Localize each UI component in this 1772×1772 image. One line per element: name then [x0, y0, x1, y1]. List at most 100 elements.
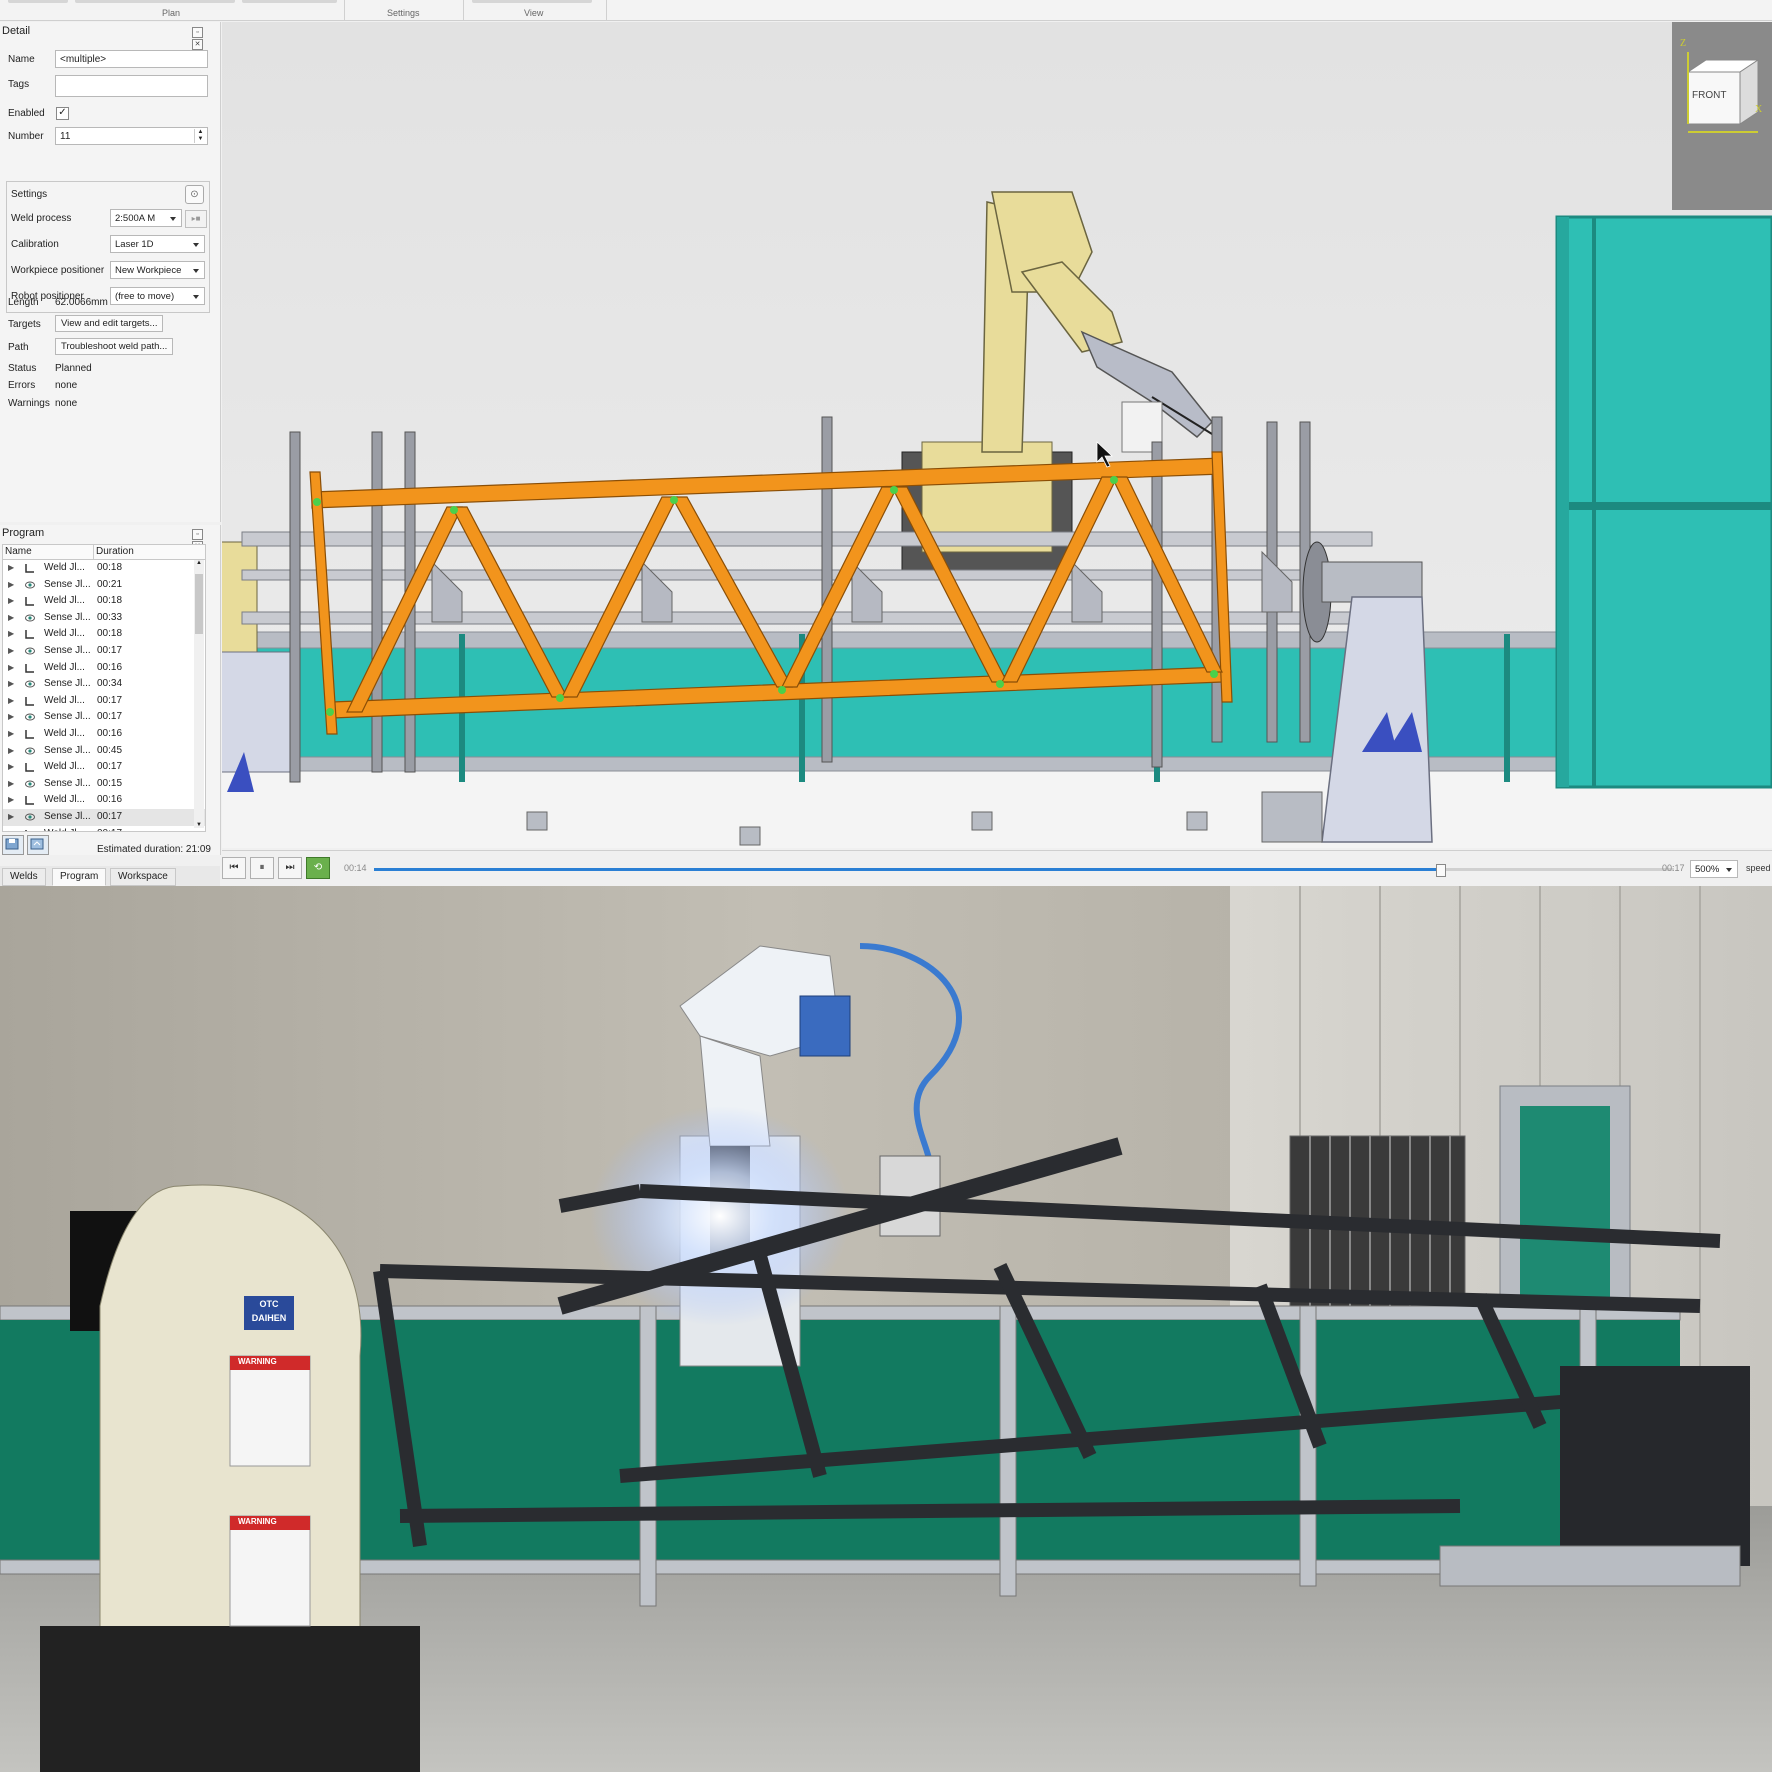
- expand-arrow-icon[interactable]: ▶: [8, 759, 14, 776]
- weld-process-select[interactable]: 2:500A M: [110, 209, 182, 227]
- expand-arrow-icon[interactable]: ▶: [8, 560, 14, 577]
- expand-arrow-icon[interactable]: ▶: [8, 792, 14, 809]
- tab-welds[interactable]: Welds: [2, 868, 46, 886]
- program-step-duration: 00:17: [97, 810, 123, 822]
- program-tree-row[interactable]: ▶ Weld Jl... 00:17: [3, 759, 205, 776]
- positioner-base: [1439, 1545, 1741, 1587]
- stepper-arrows-icon[interactable]: ▲ ▼: [194, 129, 206, 143]
- program-tree-row[interactable]: ▶ Weld Jl... 00:18: [3, 626, 205, 643]
- workpiece-positioner-select[interactable]: New Workpiece: [110, 261, 205, 279]
- zoom-select[interactable]: 500%: [1690, 860, 1738, 878]
- timeline-track[interactable]: [374, 864, 1674, 877]
- program-tree-row[interactable]: ▶ Sense Jl... 00:33: [3, 610, 205, 627]
- play-stop-icon[interactable]: ▸■: [185, 210, 207, 228]
- detail-panel-title: Detail: [2, 25, 31, 37]
- pause-button[interactable]: ⏸: [250, 857, 274, 879]
- scroll-down-icon[interactable]: ▼: [196, 822, 202, 828]
- ribbon-button-stub[interactable]: [242, 0, 337, 3]
- program-scrollbar[interactable]: ▲ ▼: [194, 560, 204, 828]
- troubleshoot-weld-path-button[interactable]: Troubleshoot weld path...: [55, 338, 174, 355]
- robot-positioner-select[interactable]: (free to move): [110, 287, 205, 305]
- loop-button[interactable]: ⟲: [306, 857, 330, 879]
- program-tree-row[interactable]: ▶ Sense Jl... 00:21: [3, 577, 205, 594]
- enabled-checkbox[interactable]: ✓: [56, 107, 69, 120]
- program-step-duration: 00:17: [97, 761, 123, 773]
- program-step-name: Weld Jl...: [44, 562, 85, 573]
- float-panel-icon[interactable]: ▫: [192, 529, 203, 540]
- expand-arrow-icon[interactable]: ▶: [8, 577, 14, 594]
- expand-arrow-icon[interactable]: ▶: [8, 743, 14, 760]
- skip-forward-button[interactable]: ⏭: [278, 857, 302, 879]
- ribbon-button-stub[interactable]: [75, 0, 235, 3]
- program-tree-row[interactable]: ▶ Weld Jl... 00:16: [3, 660, 205, 677]
- ribbon-button-stub[interactable]: [472, 0, 592, 3]
- calibration-select[interactable]: Laser 1D: [110, 235, 205, 253]
- expand-arrow-icon[interactable]: ▶: [8, 593, 14, 610]
- tags-field[interactable]: [55, 75, 208, 97]
- weld-icon: [25, 762, 35, 772]
- expand-arrow-icon[interactable]: ▶: [8, 776, 14, 793]
- program-tree-row[interactable]: ▶ Weld Jl... 00:18: [3, 593, 205, 610]
- right-positioner: [1560, 1366, 1750, 1566]
- weld-icon: [25, 729, 35, 739]
- program-tree-row[interactable]: ▶ Sense Jl... 00:17: [3, 709, 205, 726]
- timeline-scrubber[interactable]: [1436, 864, 1446, 877]
- program-tree-row[interactable]: ▶ Sense Jl... 00:17: [3, 643, 205, 660]
- column-header-duration[interactable]: Duration: [96, 546, 134, 557]
- program-tree-row[interactable]: ▶ Sense Jl... 00:34: [3, 676, 205, 693]
- program-step-name: Weld Jl...: [44, 794, 85, 806]
- time-current: 00:14: [344, 863, 367, 873]
- timeline-progress: [374, 868, 1440, 871]
- expand-arrow-icon[interactable]: ▶: [8, 626, 14, 643]
- program-tree-row[interactable]: ▶ Sense Jl... 00:15: [3, 776, 205, 793]
- float-panel-icon[interactable]: ▫: [192, 27, 203, 38]
- workpiece-positioner-label: Workpiece positioner: [11, 265, 105, 276]
- estimated-duration: Estimated duration: 21:09: [97, 844, 211, 855]
- view-edit-targets-button[interactable]: View and edit targets...: [55, 315, 164, 332]
- settings-options-icon[interactable]: ⊙: [185, 185, 204, 204]
- ribbon-button-stub[interactable]: [8, 0, 68, 3]
- expand-arrow-icon[interactable]: ▶: [8, 709, 14, 726]
- column-divider[interactable]: [93, 545, 94, 559]
- program-step-duration: 00:18: [97, 595, 123, 607]
- robot-brand-label: OTC DAIHEN: [251, 1299, 287, 1323]
- program-step-name: Sense Jl...: [44, 611, 91, 623]
- program-tool-button[interactable]: [2, 835, 24, 855]
- column-header-name[interactable]: Name: [5, 546, 32, 557]
- status-label: Status: [8, 363, 37, 374]
- program-tree-row[interactable]: ▶ Weld Jl... 00:16: [3, 792, 205, 809]
- program-tree-row[interactable]: ▶ Weld Jl... 00:17: [3, 693, 205, 710]
- tab-workspace[interactable]: Workspace: [110, 868, 176, 886]
- 3d-viewport[interactable]: Z X FRONT: [222, 22, 1772, 848]
- expand-arrow-icon[interactable]: ▶: [8, 726, 14, 743]
- weld-icon: [25, 563, 35, 573]
- expand-arrow-icon[interactable]: ▶: [8, 660, 14, 677]
- name-field[interactable]: <multiple>: [55, 50, 208, 68]
- close-panel-icon[interactable]: ✕: [192, 39, 203, 50]
- program-tree-row[interactable]: ▶ Weld Jl... 00:18: [3, 560, 205, 577]
- program-step-name: Weld Jl...: [44, 694, 85, 706]
- program-step-duration: 00:17: [97, 694, 123, 706]
- expand-arrow-icon[interactable]: ▶: [8, 693, 14, 710]
- scroll-up-icon[interactable]: ▲: [196, 560, 202, 566]
- program-tool-button[interactable]: [27, 835, 49, 855]
- expand-arrow-icon[interactable]: ▶: [8, 826, 14, 832]
- program-tree-row[interactable]: ▶ Sense Jl... 00:45: [3, 743, 205, 760]
- expand-arrow-icon[interactable]: ▶: [8, 676, 14, 693]
- scrollbar-thumb[interactable]: [195, 574, 203, 634]
- expand-arrow-icon[interactable]: ▶: [8, 643, 14, 660]
- viewcube-face-label[interactable]: FRONT: [1692, 90, 1726, 101]
- tab-program[interactable]: Program: [52, 868, 107, 886]
- detail-panel-buttons: ▫✕: [190, 26, 214, 50]
- axis-z-label: Z: [1680, 38, 1687, 49]
- program-step-name: Sense Jl...: [44, 678, 91, 690]
- program-tree-row[interactable]: ▶ Weld Jl... 00:17: [3, 826, 205, 832]
- program-tree-row[interactable]: ▶ Sense Jl... 00:17: [3, 808, 205, 826]
- expand-arrow-icon[interactable]: ▶: [8, 610, 14, 627]
- expand-arrow-icon[interactable]: ▶: [8, 809, 14, 826]
- number-stepper[interactable]: 11 ▲ ▼: [55, 127, 208, 145]
- weld-icon: [25, 795, 35, 806]
- program-tree-row[interactable]: ▶ Weld Jl... 00:16: [3, 726, 205, 743]
- skip-back-button[interactable]: ⏮: [222, 857, 246, 879]
- status-value: Planned: [55, 363, 92, 374]
